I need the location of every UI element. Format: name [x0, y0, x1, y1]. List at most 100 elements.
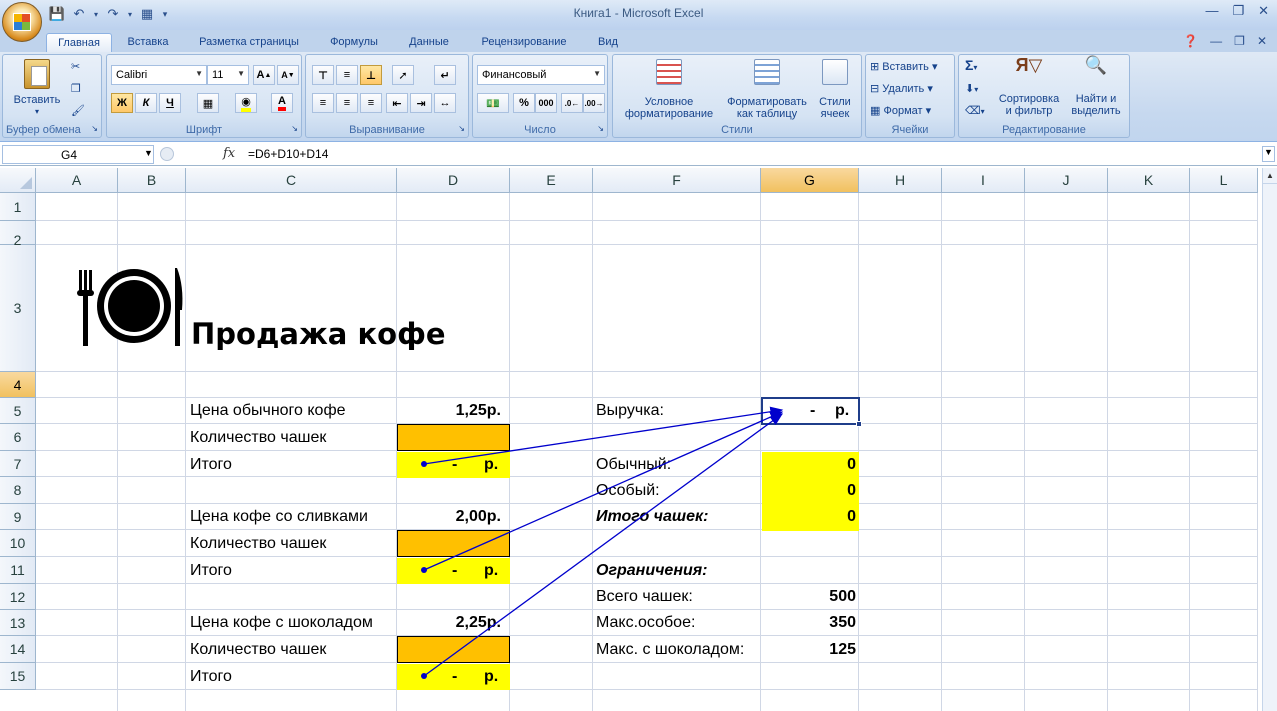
scroll-up-icon[interactable]: ▲	[1263, 168, 1277, 184]
close-icon[interactable]: ✕	[1258, 3, 1269, 19]
italic-button[interactable]: К	[135, 93, 157, 113]
name-box-dropdown-icon[interactable]: ▼	[144, 148, 153, 158]
copy-icon[interactable]: ❐	[71, 83, 81, 95]
tab-review[interactable]: Рецензирование	[472, 33, 576, 52]
title-bar: 💾 ↶ ▾ ↷ ▾ ▦ ▾ Книга1 - Microsoft Excel —…	[0, 0, 1277, 30]
decrease-decimal-icon[interactable]: .00→	[583, 93, 605, 113]
formula-input[interactable]: =D6+D10+D14	[248, 147, 328, 161]
worksheet-grid[interactable]: ABCDEFGHIJKL 1 2 3 4 5 6 7 8 9 10 11 12 13 14 15	[0, 168, 1277, 711]
number-format-combo[interactable]: Финансовый ▼	[477, 65, 605, 85]
format-cells-button[interactable]: ▦ Формат ▾	[870, 105, 931, 117]
align-bottom-icon[interactable]: ⊥	[360, 65, 382, 85]
thousands-button[interactable]: 000	[535, 93, 557, 113]
font-name-combo[interactable]: Calibri ▼	[111, 65, 207, 85]
tab-page-layout[interactable]: Разметка страницы	[190, 33, 308, 52]
paste-icon	[24, 59, 50, 89]
find-select-button[interactable]: 🔍 Найти и выделить	[1065, 55, 1127, 117]
font-color-icon: A	[278, 95, 286, 111]
fill-color-icon: ◉	[241, 95, 251, 112]
cell-styles-button[interactable]: Стили ячеек	[811, 59, 859, 120]
font-name-value: Calibri	[116, 69, 148, 81]
find-select-label-1: Найти и	[1075, 93, 1117, 105]
tab-home[interactable]: Главная	[46, 33, 112, 52]
underline-button[interactable]: Ч	[159, 93, 181, 113]
shrink-font-button[interactable]: A ▼	[277, 65, 299, 85]
clear-icon[interactable]: ⌫▾	[965, 105, 985, 118]
cell-styles-icon	[822, 59, 848, 85]
vertical-scrollbar[interactable]: ▲	[1262, 168, 1277, 711]
styles-group-label: Стили	[721, 124, 753, 136]
trace-precedents-arrows	[421, 406, 784, 679]
tab-view[interactable]: Вид	[590, 33, 626, 52]
chevron-down-icon: ▼	[195, 69, 203, 78]
insert-function-button[interactable]: fx	[223, 146, 235, 161]
fill-icon[interactable]: ⬇▾	[965, 83, 978, 96]
font-size-combo[interactable]: 11 ▼	[207, 65, 249, 85]
alignment-launcher-icon[interactable]: ↘	[458, 123, 465, 135]
number-group: Финансовый ▼ 💵 % 000 .0← .00→ Число ↘	[472, 54, 608, 138]
accounting-format-icon[interactable]: 💵	[477, 93, 509, 113]
insert-cells-button[interactable]: ⊞ Вставить ▾	[870, 61, 938, 73]
tab-insert[interactable]: Вставка	[118, 33, 178, 52]
cut-icon[interactable]: ✂	[71, 61, 80, 73]
tab-data[interactable]: Данные	[400, 33, 458, 52]
editing-group: Σ▾ ⬇▾ ⌫▾ Я▽ Сортировка и фильтр 🔍 Найти …	[958, 54, 1130, 138]
paste-label: Вставить	[13, 94, 61, 106]
format-painter-icon[interactable]: 🖌	[71, 105, 85, 117]
minimize-icon[interactable]: —	[1205, 3, 1218, 19]
conditional-formatting-label-2: форматирование	[624, 108, 714, 120]
ribbon-right-controls: ❓ — ❐ ✕	[1183, 34, 1267, 48]
percent-button[interactable]: %	[513, 93, 535, 113]
wrap-text-icon[interactable]: ↵	[434, 65, 456, 85]
sort-filter-icon: Я▽	[1015, 55, 1043, 75]
font-color-button[interactable]: A	[271, 93, 293, 113]
excel-window: 💾 ↶ ▾ ↷ ▾ ▦ ▾ Книга1 - Microsoft Excel —…	[0, 0, 1277, 711]
font-group-label: Шрифт	[185, 124, 223, 136]
formula-bar: G4 ▼ fx =D6+D10+D14 ▼	[0, 143, 1277, 166]
align-left-icon[interactable]: ≡	[312, 93, 334, 113]
sort-filter-label-2: и фильтр	[1005, 105, 1053, 117]
autosum-icon[interactable]: Σ▾	[965, 58, 977, 74]
delete-cells-button[interactable]: ⊟ Удалить ▾	[870, 83, 933, 95]
orientation-icon[interactable]: ➚	[392, 65, 414, 85]
editing-group-label: Редактирование	[1002, 124, 1086, 136]
office-button[interactable]	[2, 2, 42, 42]
align-middle-icon[interactable]: ≡	[336, 65, 358, 85]
font-launcher-icon[interactable]: ↘	[291, 123, 298, 135]
paste-button[interactable]: Вставить ▾	[11, 59, 63, 118]
fill-color-button[interactable]: ◉	[235, 93, 257, 113]
tab-formulas[interactable]: Формулы	[322, 33, 386, 52]
alignment-group-label: Выравнивание	[349, 124, 425, 136]
binoculars-icon: 🔍	[1084, 55, 1108, 75]
number-launcher-icon[interactable]: ↘	[597, 123, 604, 135]
ribbon-restore-icon[interactable]: ❐	[1234, 34, 1245, 48]
align-center-icon[interactable]: ≡	[336, 93, 358, 113]
sort-filter-button[interactable]: Я▽ Сортировка и фильтр	[993, 55, 1065, 117]
ribbon-tabs: Главная Вставка Разметка страницы Формул…	[0, 30, 1277, 52]
cell-styles-label-1: Стили	[819, 96, 851, 108]
increase-indent-icon[interactable]: ⇥	[410, 93, 432, 113]
restore-icon[interactable]: ❐	[1232, 3, 1244, 19]
format-cells-icon: ▦	[870, 105, 881, 117]
merge-center-icon[interactable]: ↔	[434, 93, 456, 113]
decrease-indent-icon[interactable]: ⇤	[386, 93, 408, 113]
ribbon-minimize-icon[interactable]: —	[1210, 34, 1222, 48]
name-box[interactable]: G4	[2, 145, 154, 164]
font-group: Calibri ▼ 11 ▼ A ▲ A ▼ Ж К Ч ▦ ◉ A Шрифт ↘	[106, 54, 302, 138]
bold-button[interactable]: Ж	[111, 93, 133, 113]
conditional-formatting-button[interactable]: Условное форматирование	[617, 59, 721, 120]
expand-formula-bar-icon[interactable]: ▼	[1262, 146, 1275, 162]
format-as-table-button[interactable]: Форматировать как таблицу	[721, 59, 813, 120]
align-right-icon[interactable]: ≡	[360, 93, 382, 113]
increase-decimal-icon[interactable]: .0←	[561, 93, 583, 113]
clipboard-launcher-icon[interactable]: ↘	[91, 123, 98, 135]
window-title: Книга1 - Microsoft Excel	[573, 6, 704, 20]
office-logo-icon	[13, 13, 31, 31]
help-icon[interactable]: ❓	[1183, 34, 1198, 48]
borders-button[interactable]: ▦	[197, 93, 219, 113]
styles-group: Условное форматирование Форматировать ка…	[612, 54, 862, 138]
align-top-icon[interactable]: ⊤	[312, 65, 334, 85]
ribbon-close-icon[interactable]: ✕	[1257, 34, 1267, 48]
grow-font-button[interactable]: A ▲	[253, 65, 275, 85]
delete-cells-label: Удалить	[882, 83, 925, 95]
